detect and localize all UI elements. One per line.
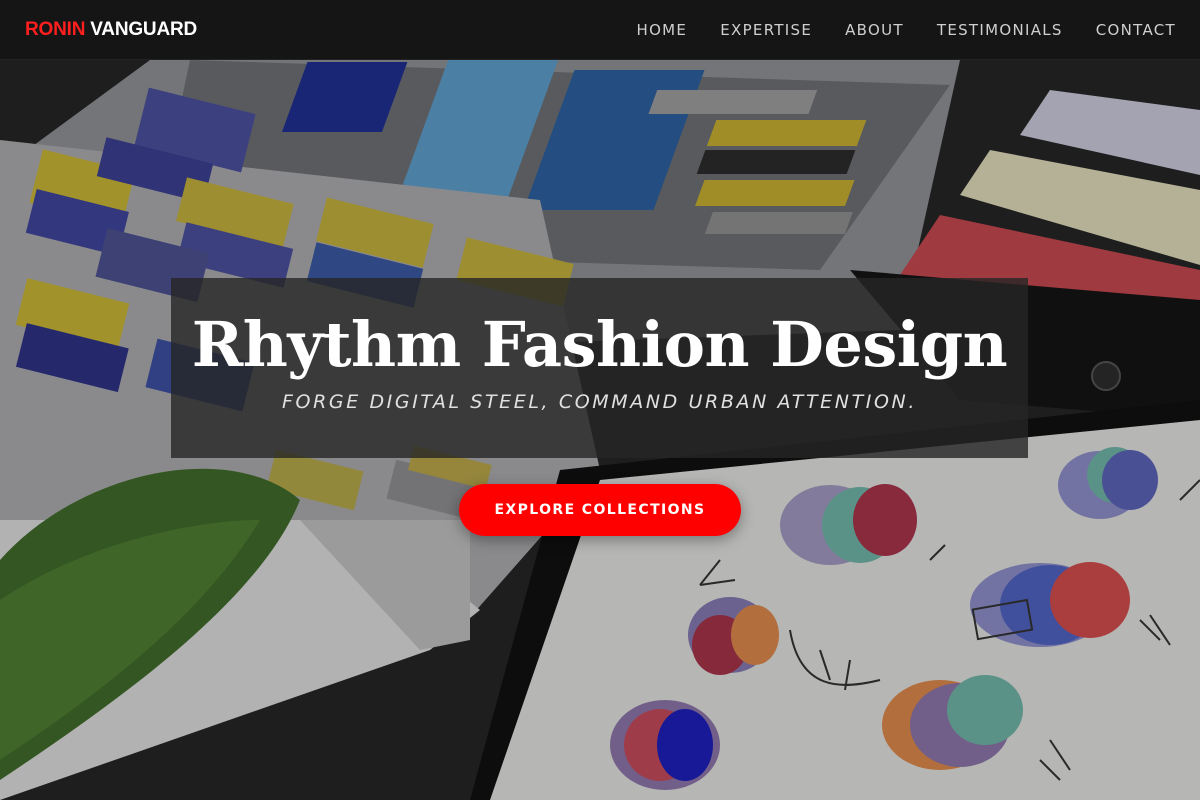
hero-title-panel: Rhythm Fashion Design Forge digital stee… (171, 278, 1028, 458)
nav-link-contact[interactable]: CONTACT (1096, 21, 1176, 39)
main-nav: HOME EXPERTISE ABOUT TESTIMONIALS CONTAC… (637, 21, 1177, 39)
brand-name-second: VANGUARD (90, 18, 198, 40)
brand-name-first: RONIN (25, 18, 86, 40)
nav-link-home[interactable]: HOME (637, 21, 688, 39)
nav-link-expertise[interactable]: EXPERTISE (720, 21, 812, 39)
top-navbar: RONIN VANGUARD HOME EXPERTISE ABOUT TEST… (0, 0, 1200, 60)
nav-link-testimonials[interactable]: TESTIMONIALS (937, 21, 1063, 39)
brand-logo[interactable]: RONIN VANGUARD (25, 19, 197, 41)
hero-title: Rhythm Fashion Design (191, 308, 1008, 381)
explore-collections-button[interactable]: EXPLORE COLLECTIONS (459, 484, 741, 536)
hero-tagline: Forge digital steel, command urban atten… (282, 391, 917, 413)
nav-link-about[interactable]: ABOUT (845, 21, 904, 39)
